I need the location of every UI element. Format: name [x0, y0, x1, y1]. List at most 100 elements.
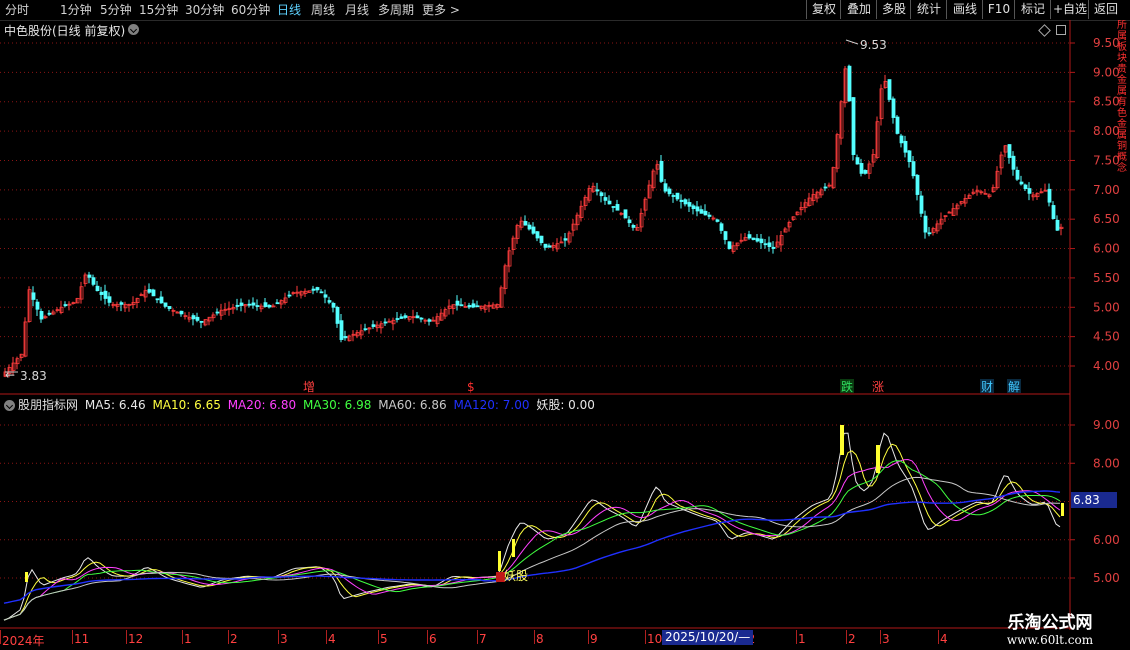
- candle-down: [683, 199, 688, 205]
- indicator-name[interactable]: 股朋指标网: [18, 398, 78, 412]
- candle-down: [903, 140, 908, 153]
- date-label: 12: [128, 632, 144, 646]
- date-label: 3: [280, 632, 288, 646]
- candle-down: [523, 221, 528, 226]
- event-marker-increase[interactable]: 增: [303, 380, 315, 394]
- candle-down: [315, 287, 320, 291]
- candle-down: [327, 300, 332, 303]
- low-price-label: 3.83: [20, 369, 47, 383]
- current-value-label: 6.83: [1073, 493, 1100, 507]
- candle-down: [747, 234, 752, 239]
- candle-down: [255, 305, 260, 307]
- indicator-tick-label: 6.00: [1093, 533, 1120, 547]
- candle-down: [63, 304, 68, 307]
- candle-down: [363, 328, 368, 331]
- indicator-tick-label: 8.00: [1093, 456, 1120, 470]
- date-label: 8: [536, 632, 544, 646]
- price-axis: 9.50 9.00 8.50 8.00 7.50 7.00 6.50 6.00 5.50 5.00…: [1070, 36, 1120, 373]
- candle-down: [1011, 155, 1016, 170]
- date-label: 1: [798, 632, 806, 646]
- candle-down: [535, 231, 540, 239]
- price-tick-label: 6.00: [1093, 242, 1120, 256]
- candle-down: [603, 197, 608, 201]
- candle-down: [339, 320, 344, 340]
- signal-bar: [498, 551, 501, 571]
- signal-bar: [512, 539, 515, 557]
- candle-down: [631, 224, 636, 228]
- legend-ma30: MA30: 6.98: [302, 398, 372, 412]
- date-label: 4: [940, 632, 948, 646]
- date-tick: [880, 630, 881, 644]
- candle-down: [899, 135, 904, 144]
- date-label: 11: [74, 632, 90, 646]
- event-marker-fall[interactable]: 跌: [841, 379, 853, 394]
- event-marker-dollar[interactable]: $: [467, 380, 475, 394]
- candlestick-series: [3, 64, 1064, 378]
- price-tick-label: 5.00: [1093, 300, 1120, 314]
- date-tick: [126, 630, 127, 644]
- candle-down: [195, 316, 200, 321]
- candle-down: [891, 98, 896, 118]
- candle-down: [691, 205, 696, 210]
- candle-down: [263, 302, 268, 307]
- legend-ma5: MA5: 6.46: [84, 398, 146, 412]
- candle-down: [215, 311, 220, 314]
- candle-down: [35, 301, 40, 310]
- candle-down: [607, 200, 612, 205]
- candle-down: [119, 302, 124, 305]
- candle-down: [531, 226, 536, 234]
- date-label: 9: [590, 632, 598, 646]
- candle-down: [395, 318, 400, 320]
- ma-line-5: [3, 490, 1061, 604]
- candle-down: [907, 150, 912, 163]
- demon-stock-label: 妖股: [504, 569, 528, 583]
- date-tick: [0, 630, 1, 644]
- candle-down: [527, 224, 532, 230]
- candle-down: [399, 316, 404, 319]
- candle-down: [767, 242, 772, 247]
- candle-down: [675, 192, 680, 200]
- candle-down: [699, 209, 704, 214]
- candle-down: [331, 302, 336, 308]
- candle-down: [167, 306, 172, 309]
- candle-down: [623, 209, 628, 219]
- indicator-legend: 股朋指标网 MA5: 6.46 MA10: 6.65 MA20: 6.80 MA…: [4, 396, 598, 412]
- price-tick-label: 8.00: [1093, 124, 1120, 138]
- candle-down: [403, 315, 408, 318]
- indicator-grid: [0, 424, 1070, 579]
- indicator-menu-icon[interactable]: [4, 400, 15, 411]
- candle-down: [543, 243, 548, 248]
- date-tick: [588, 630, 589, 644]
- candle-down: [715, 219, 720, 222]
- candle-down: [1019, 181, 1024, 185]
- legend-ma10: MA10: 6.65: [152, 398, 221, 412]
- date-tick: [326, 630, 327, 644]
- date-tick: [938, 630, 939, 644]
- candle-down: [163, 302, 168, 307]
- date-label: 2024年: [2, 634, 45, 648]
- watermark-title: 乐淘公式网: [1007, 613, 1093, 633]
- candle-down: [319, 291, 324, 294]
- chart-area[interactable]: 9.50 9.00 8.50 8.00 7.50 7.00 6.50 6.00 5.50 5.00…: [0, 0, 1130, 630]
- candle-down: [95, 285, 100, 292]
- price-tick-label: 5.50: [1093, 271, 1120, 285]
- signal-bar: [25, 572, 28, 582]
- candle-down: [727, 241, 732, 249]
- candle-down: [335, 306, 340, 324]
- ma-line-0: [3, 432, 1061, 621]
- candle-down: [239, 302, 244, 306]
- candle-down: [191, 315, 196, 320]
- high-price-label: 9.53: [860, 38, 887, 52]
- candle-down: [31, 292, 36, 300]
- event-marker-unlock[interactable]: 解: [1008, 380, 1020, 394]
- candle-down: [107, 296, 112, 303]
- crosshair-date-badge: 2025/10/20/—: [662, 630, 754, 645]
- candle-down: [611, 206, 616, 208]
- candle-down: [47, 312, 52, 315]
- event-marker-finance[interactable]: 财: [981, 380, 993, 394]
- date-tick: [846, 630, 847, 644]
- date-tick: [477, 630, 478, 644]
- event-marker-rise[interactable]: 涨: [872, 379, 884, 394]
- candle-down: [919, 195, 924, 214]
- price-tick-label: 9.50: [1093, 36, 1120, 50]
